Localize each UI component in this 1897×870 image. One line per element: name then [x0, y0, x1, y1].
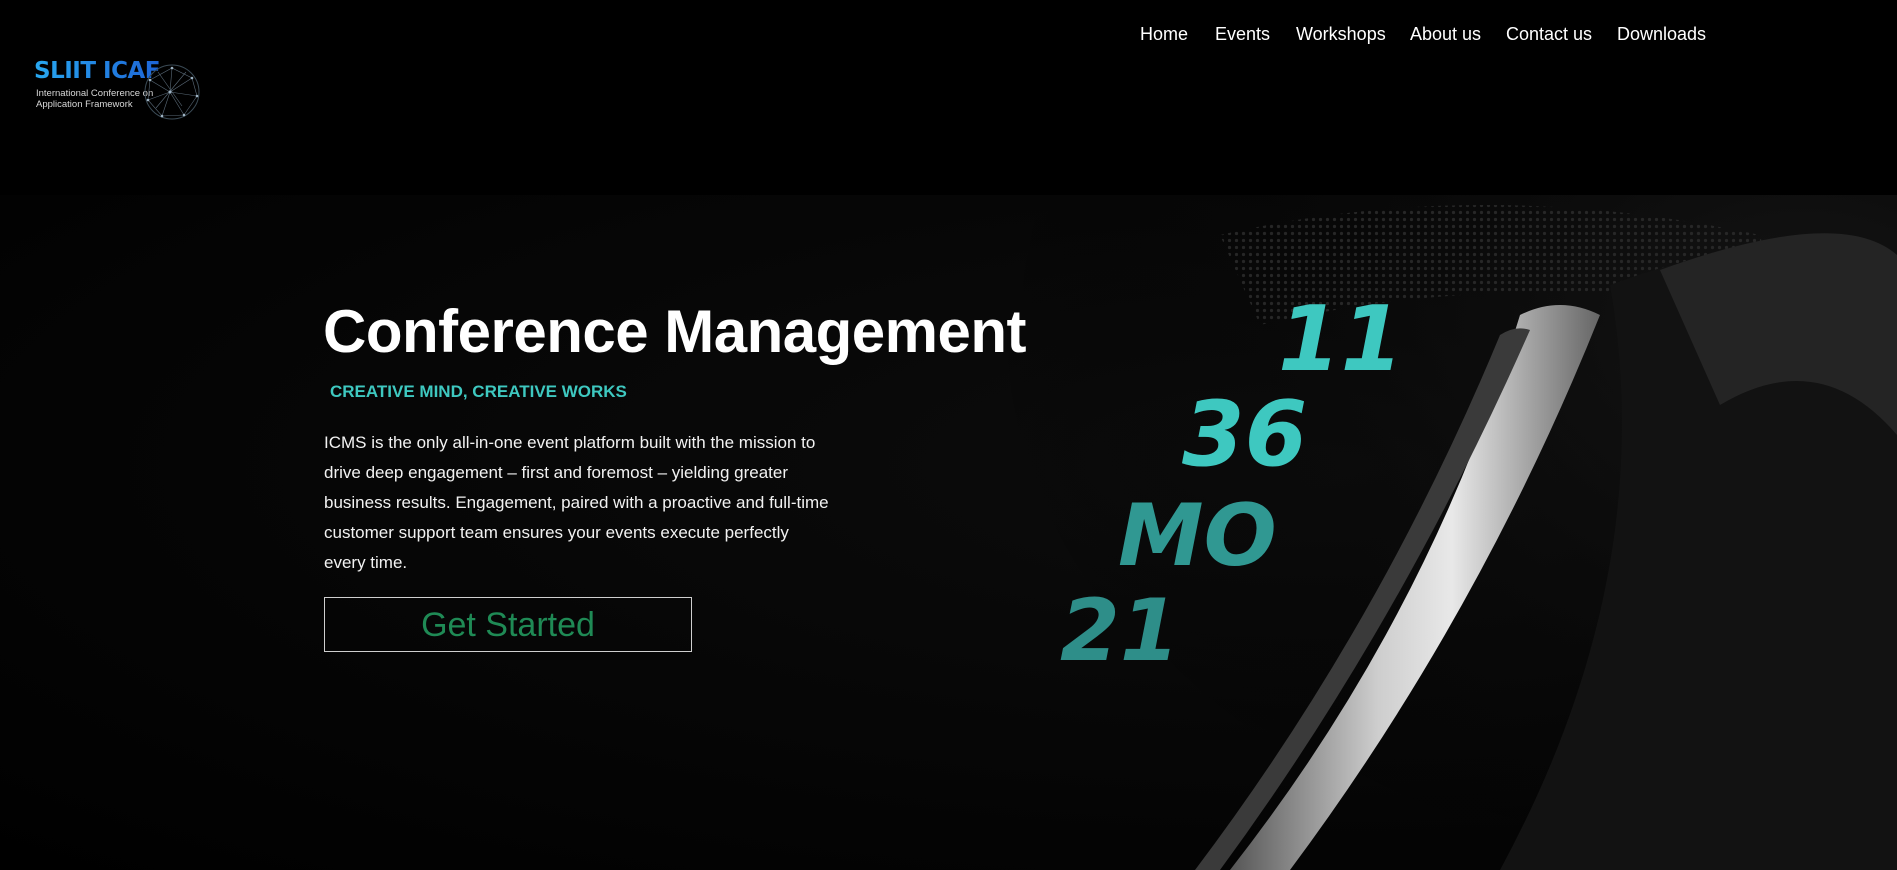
fitness-tracker-band-image: 11 36 MO 21 [960, 195, 1897, 870]
display-line-4: 21 [1060, 581, 1180, 681]
nav-downloads-link[interactable]: Downloads [1617, 22, 1706, 46]
nav-contact-link[interactable]: Contact us [1506, 22, 1592, 46]
nav-workshops-link[interactable]: Workshops [1296, 22, 1386, 46]
globe-network-icon [144, 64, 200, 120]
hero-tagline: CREATIVE MIND, CREATIVE WORKS [330, 382, 627, 401]
display-line-1: 11 [1278, 287, 1403, 392]
nav-home-link[interactable]: Home [1140, 22, 1188, 46]
display-line-3: MO [1118, 486, 1277, 586]
get-started-button[interactable]: Get Started [324, 597, 692, 652]
nav-about-link[interactable]: About us [1410, 22, 1481, 46]
display-line-2: 36 [1182, 382, 1307, 487]
landing-page: 11 36 MO 21 SLIIT ICAF International Con… [0, 0, 1897, 870]
hero-description: ICMS is the only all-in-one event platfo… [324, 433, 829, 572]
hero-title: Conference Management [323, 298, 1027, 365]
nav-events-link[interactable]: Events [1215, 22, 1270, 46]
site-logo[interactable]: SLIIT ICAF International Conference on A… [34, 58, 200, 122]
